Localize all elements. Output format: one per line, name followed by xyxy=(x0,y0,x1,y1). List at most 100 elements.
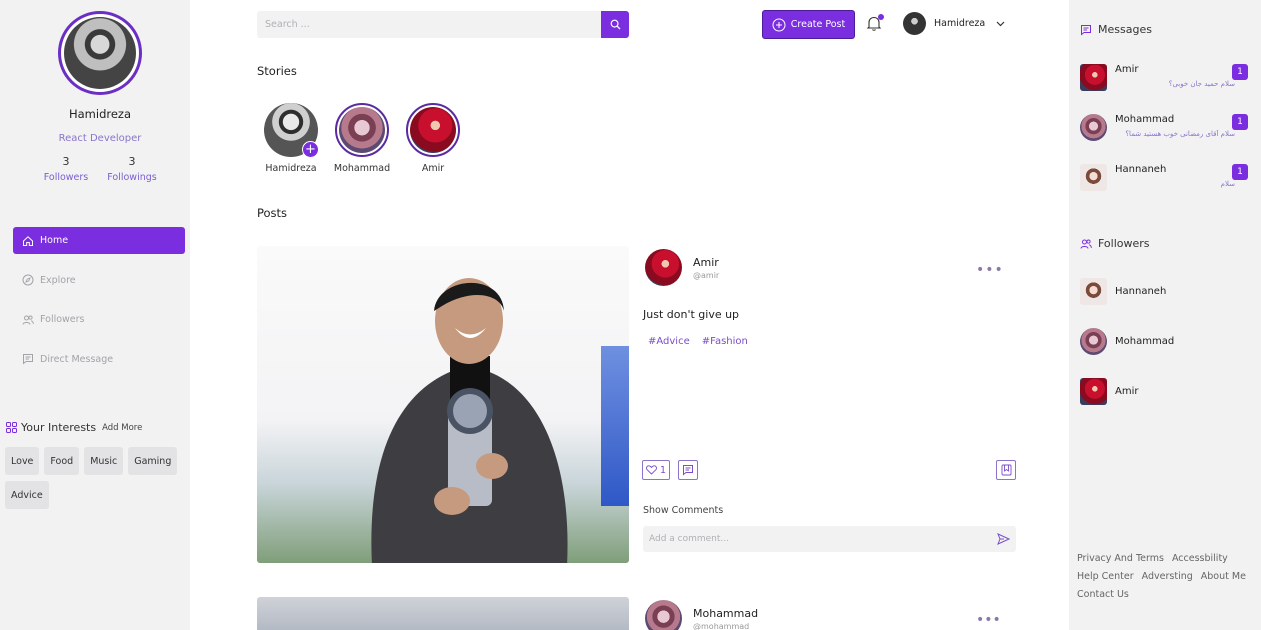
bookmark-button[interactable] xyxy=(996,460,1016,480)
right-sidebar: Messages Amir سلام حمید جان خوبی؟ 1 Moha… xyxy=(1069,0,1261,630)
story-item[interactable]: Mohammad xyxy=(327,103,397,174)
post-options-button[interactable]: ••• xyxy=(976,262,1004,278)
post-photo xyxy=(371,278,568,563)
post-author-name[interactable]: Amir xyxy=(693,256,719,269)
follower-item[interactable]: Hannaneh xyxy=(1080,278,1166,305)
followers-header: Followers xyxy=(1080,237,1150,250)
notification-dot xyxy=(878,14,884,20)
story-name: Amir xyxy=(421,163,445,174)
message-avatar xyxy=(1080,164,1107,191)
message-icon xyxy=(23,354,33,365)
footer-link-about[interactable]: About Me xyxy=(1201,571,1246,582)
unread-badge: 1 xyxy=(1232,64,1248,80)
search-input[interactable] xyxy=(257,11,601,38)
message-name: Amir xyxy=(1115,64,1139,75)
follower-name: Hannaneh xyxy=(1115,286,1167,297)
sidebar-item-label: Followers xyxy=(40,314,85,325)
interest-chip-advice[interactable]: Advice xyxy=(5,481,49,509)
post-image[interactable] xyxy=(257,246,629,563)
chevron-down-icon xyxy=(996,21,1005,26)
interest-chip-love[interactable]: Love xyxy=(5,447,40,475)
interest-chip-food[interactable]: Food xyxy=(44,447,80,475)
interests-title: Your Interests xyxy=(21,421,97,434)
like-count: 1 xyxy=(659,464,667,476)
heart-icon xyxy=(646,465,657,475)
follower-name: Mohammad xyxy=(1115,336,1175,347)
message-item[interactable]: Hannaneh سلام 1 xyxy=(1080,164,1250,194)
sidebar-item-home[interactable]: Home xyxy=(13,227,185,254)
footer-link-privacy[interactable]: Privacy And Terms xyxy=(1077,553,1164,564)
search-button[interactable] xyxy=(601,11,629,38)
message-avatar xyxy=(1080,114,1107,141)
post-image[interactable] xyxy=(257,597,629,630)
profile-avatar[interactable] xyxy=(58,11,142,95)
add-more-link[interactable]: Add More xyxy=(102,423,142,433)
more-horizontal-icon: ••• xyxy=(976,612,1001,628)
more-horizontal-icon: ••• xyxy=(976,262,1004,278)
interests-header: Your Interests Add More xyxy=(6,421,142,434)
footer-link-help[interactable]: Help Center xyxy=(1077,571,1134,582)
message-item[interactable]: Mohammad سلام آقای رمضانی خوب هستید شما؟… xyxy=(1080,114,1250,144)
post-options-button[interactable]: ••• xyxy=(976,612,1001,628)
home-icon xyxy=(23,235,33,246)
sidebar-item-explore[interactable]: Explore xyxy=(13,267,185,294)
story-item[interactable]: Amir xyxy=(398,103,468,174)
show-comments-link[interactable]: Show Comments xyxy=(643,505,723,516)
grid-icon xyxy=(6,422,17,433)
comment-box xyxy=(643,526,1016,552)
left-sidebar: Hamidreza React Developer 3 Followers 3 … xyxy=(0,0,190,630)
user-avatar xyxy=(903,12,926,35)
follower-item[interactable]: Amir xyxy=(1080,378,1138,405)
plus-circle-icon xyxy=(772,18,786,31)
like-button[interactable]: 1 xyxy=(642,460,670,480)
comment-icon xyxy=(683,465,693,476)
unread-badge: 1 xyxy=(1232,114,1248,130)
post-author-handle: @mohammad xyxy=(693,622,750,630)
sidebar-item-direct-message[interactable]: Direct Message xyxy=(13,346,185,373)
messages-title: Messages xyxy=(1098,23,1152,36)
add-story-icon[interactable]: + xyxy=(302,141,319,158)
message-icon xyxy=(1081,24,1091,36)
comment-button[interactable] xyxy=(678,460,698,480)
message-name: Mohammad xyxy=(1115,114,1175,125)
sidebar-nav: Home Explore Followers Direct Message xyxy=(13,227,185,385)
unread-badge: 1 xyxy=(1232,164,1248,180)
message-item[interactable]: Amir سلام حمید جان خوبی؟ 1 xyxy=(1080,64,1250,94)
send-comment-button[interactable] xyxy=(997,533,1011,548)
followers-count: 3 xyxy=(62,155,70,168)
followers-stat[interactable]: 3 Followers xyxy=(31,155,101,183)
post-tag[interactable]: #Fashion xyxy=(702,336,748,347)
create-post-button[interactable]: Create Post xyxy=(762,10,855,39)
story-item[interactable]: + Hamidreza xyxy=(256,103,326,174)
followings-stat[interactable]: 3 Followings xyxy=(97,155,167,183)
notifications-button[interactable] xyxy=(866,14,884,35)
story-name: Mohammad xyxy=(333,163,391,174)
story-avatar xyxy=(410,107,456,153)
interest-chip-music[interactable]: Music xyxy=(84,447,124,475)
user-menu[interactable]: Hamidreza xyxy=(903,12,1005,35)
follower-avatar xyxy=(1080,378,1107,405)
post-author-avatar[interactable] xyxy=(645,600,682,630)
create-post-label: Create Post xyxy=(790,19,846,30)
post-author-name[interactable]: Mohammad xyxy=(693,607,758,620)
post-tag[interactable]: #Advice xyxy=(648,336,690,347)
message-avatar xyxy=(1080,64,1107,91)
sidebar-item-label: Home xyxy=(40,235,69,246)
sidebar-item-followers[interactable]: Followers xyxy=(13,306,185,333)
footer-link-advertising[interactable]: Adversting xyxy=(1142,571,1193,582)
footer-link-contact[interactable]: Contact Us xyxy=(1077,589,1129,600)
follower-item[interactable]: Mohammad xyxy=(1080,328,1174,355)
comment-input[interactable] xyxy=(643,526,973,552)
sidebar-item-label: Explore xyxy=(40,274,76,286)
story-name: Hamidreza xyxy=(265,163,317,174)
interest-chip-gaming[interactable]: Gaming xyxy=(128,447,178,475)
message-preview: سلام آقای رمضانی خوب هستید شما؟ xyxy=(1125,130,1235,138)
post-caption: Just don't give up xyxy=(643,308,740,321)
follower-avatar xyxy=(1080,328,1107,355)
message-preview: سلام حمید جان خوبی؟ xyxy=(1168,80,1235,88)
post-author-avatar[interactable] xyxy=(645,249,682,286)
footer-link-accessibility[interactable]: Accessbility xyxy=(1172,553,1228,564)
stories-title: Stories xyxy=(257,64,297,78)
interest-chips: Love Food Music Gaming Advice xyxy=(5,447,185,509)
profile-role: React Developer xyxy=(58,133,142,144)
